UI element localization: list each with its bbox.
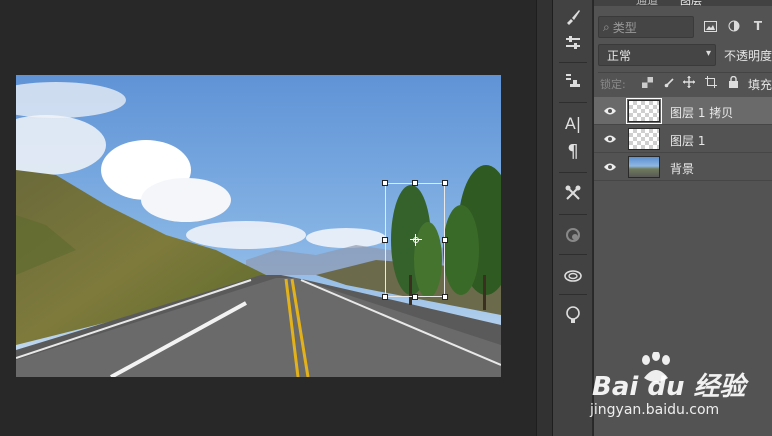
transform-handle-bottom[interactable] [412,294,418,300]
baidu-jingyan-watermark: Bai du 经验 jingyan.baidu.com [588,352,772,436]
paragraph-glyph: ¶ [567,140,579,162]
panel-tabs: 通道 图层 [594,0,772,8]
panel-divider [536,0,553,436]
clone-source-icon[interactable] [559,68,587,94]
layer-filter-select[interactable]: ⌕ 类型 [598,16,694,38]
tool-separator [559,294,587,295]
tool-separator [559,102,587,103]
chevron-down-icon: ▾ [705,48,711,59]
text-icon[interactable]: T [750,18,766,34]
transform-handle-top-left[interactable] [382,180,388,186]
learn-icon[interactable] [559,302,587,328]
layer-name[interactable]: 图层 1 [670,132,705,149]
eye-icon[interactable] [602,103,618,119]
blend-mode-value: 正常 [607,48,632,63]
watermark-url: jingyan.baidu.com [590,402,720,418]
image-icon[interactable] [702,18,718,34]
transform-pivot-icon[interactable] [410,234,422,246]
transform-handle-top-right[interactable] [442,180,448,186]
blend-row: 正常 ▾ 不透明度 [598,44,772,66]
character-icon[interactable]: A| [559,110,587,136]
layer-thumbnail[interactable] [626,98,662,124]
lock-row: 锁定: 填充 [598,72,772,92]
character-glyph: A| [564,113,582,133]
fill-label[interactable]: 填充 [748,76,772,93]
filter-kind-label: 类型 [612,20,637,35]
layer-row[interactable]: 图层 1 拷贝 [594,97,772,125]
transform-handle-bottom-left[interactable] [382,294,388,300]
eye-icon[interactable] [602,131,618,147]
lock-transparent-pixels-icon[interactable] [640,75,654,89]
layer-thumbnail[interactable] [628,156,660,178]
lock-image-pixels-icon[interactable] [662,75,676,89]
transform-handle-left[interactable] [382,237,388,243]
3d-icon[interactable] [559,222,587,248]
tool-separator [559,214,587,215]
lock-all-icon[interactable] [726,75,740,89]
layer-row[interactable]: 背景 [594,153,772,181]
transform-handle-right[interactable] [442,237,448,243]
search-icon: ⌕ [603,19,610,34]
watermark-brand: Bai du 经验 [592,372,746,402]
brush-presets-icon[interactable] [559,4,587,30]
tab-channels[interactable]: 通道 [636,0,658,8]
lock-position-icon[interactable] [682,75,696,89]
tool-separator [559,62,587,63]
adjustments-icon[interactable] [559,30,587,56]
transform-handle-top[interactable] [412,180,418,186]
opacity-label[interactable]: 不透明度 [724,47,772,64]
eye-icon[interactable] [602,159,618,175]
libraries-icon[interactable] [559,262,587,288]
tool-separator [559,172,587,173]
layer-list: 图层 1 拷贝 图层 1 背景 [594,97,772,181]
transform-handle-bottom-right[interactable] [442,294,448,300]
canvas-area[interactable] [0,0,536,436]
layer-name[interactable]: 背景 [670,160,694,177]
layer-filter-row: ⌕ 类型 T [598,16,772,40]
panel-icon-strip: A| ¶ [553,0,593,436]
layer-name[interactable]: 图层 1 拷贝 [670,104,733,121]
blend-mode-select[interactable]: 正常 ▾ [598,44,716,66]
layer-thumbnail[interactable] [628,128,660,150]
free-transform-box[interactable] [382,180,448,300]
paragraph-icon[interactable]: ¶ [559,138,587,164]
adjustment-icon[interactable] [726,18,742,34]
tool-separator [559,254,587,255]
lock-label: 锁定: [600,78,626,91]
layer-row[interactable]: 图层 1 [594,125,772,153]
lock-artboard-icon[interactable] [704,75,718,89]
tab-layers[interactable]: 图层 [680,0,702,8]
tool-presets-icon[interactable] [559,180,587,206]
